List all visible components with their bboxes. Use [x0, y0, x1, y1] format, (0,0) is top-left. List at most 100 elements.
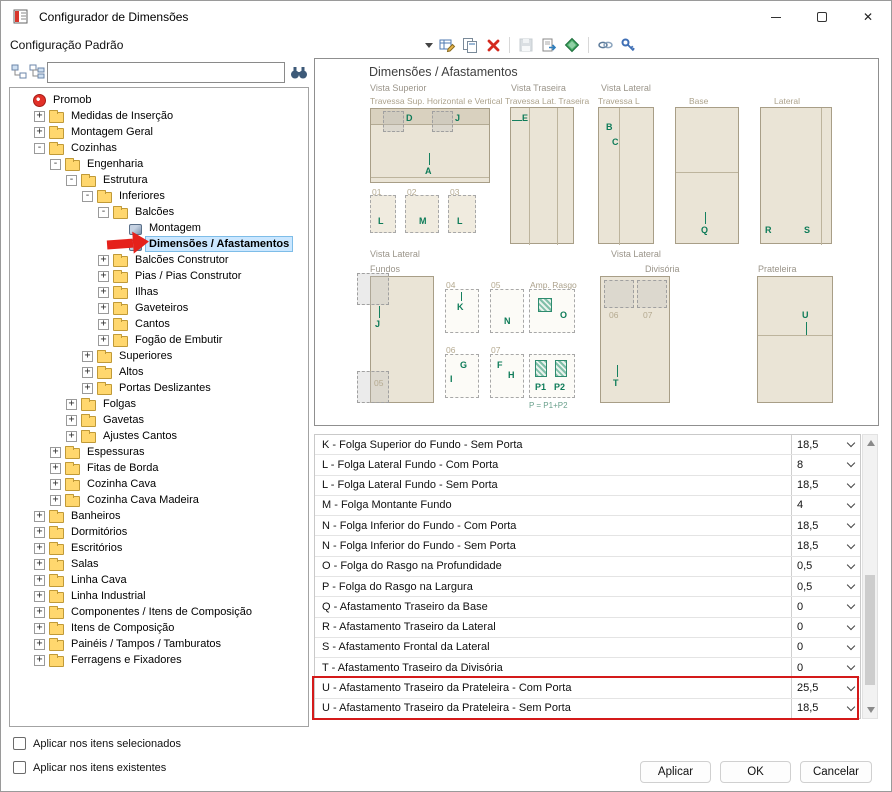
tree-item-ferragens-e-fixadores[interactable]: +Ferragens e Fixadores	[10, 652, 308, 668]
param-value-dropdown[interactable]: 18,5	[791, 516, 860, 535]
tree-item-gaveteiros[interactable]: +Gaveteiros	[10, 300, 308, 316]
expand-icon[interactable]: +	[50, 495, 61, 506]
param-value-dropdown[interactable]: 0	[791, 658, 860, 677]
tree-item-pias-pias-construtor[interactable]: +Pias / Pias Construtor	[10, 268, 308, 284]
apply-selected-checkbox-row[interactable]: Aplicar nos itens selecionados	[13, 737, 181, 750]
edit-config-icon[interactable]	[437, 35, 457, 55]
param-value-dropdown[interactable]: 0	[791, 638, 860, 657]
parameter-scrollbar[interactable]	[862, 434, 878, 719]
expand-icon[interactable]: +	[34, 655, 45, 666]
tree-search-input[interactable]	[47, 62, 285, 83]
expand-icon[interactable]: +	[34, 623, 45, 634]
param-value-dropdown[interactable]: 18,5	[791, 536, 860, 555]
expand-icon[interactable]: +	[34, 111, 45, 122]
expand-icon[interactable]: +	[82, 367, 93, 378]
ok-button[interactable]: OK	[720, 761, 791, 783]
tree-item-escritorios[interactable]: +Escritórios	[10, 540, 308, 556]
tree-item-banheiros[interactable]: +Banheiros	[10, 508, 308, 524]
copy-config-icon[interactable]	[460, 35, 480, 55]
scrollbar-thumb[interactable]	[865, 575, 875, 685]
tree-item-balcoes[interactable]: -Balcões	[10, 204, 308, 220]
tree-item-montagem-geral[interactable]: +Montagem Geral	[10, 124, 308, 140]
save-icon[interactable]	[516, 35, 536, 55]
expand-icon[interactable]: +	[50, 463, 61, 474]
tree-item-inferiores[interactable]: -Inferiores	[10, 188, 308, 204]
tree-item-ajustes-cantos[interactable]: +Ajustes Cantos	[10, 428, 308, 444]
expand-icon[interactable]: +	[34, 591, 45, 602]
tree-item-linha-cava[interactable]: +Linha Cava	[10, 572, 308, 588]
tree-item-folgas[interactable]: +Folgas	[10, 396, 308, 412]
tree-item-gavetas[interactable]: +Gavetas	[10, 412, 308, 428]
tree-item-fitas-de-borda[interactable]: +Fitas de Borda	[10, 460, 308, 476]
tree-item-promob[interactable]: Promob	[10, 92, 308, 108]
tree-item-ilhas[interactable]: +Ilhas	[10, 284, 308, 300]
tree-item-balcoes-construtor[interactable]: +Balcões Construtor	[10, 252, 308, 268]
expand-icon[interactable]: +	[34, 543, 45, 554]
tree-item-dimensoes-afastamentos[interactable]: Dimensões / Afastamentos	[10, 236, 308, 252]
param-value-dropdown[interactable]: 0,5	[791, 557, 860, 576]
tree-item-altos[interactable]: +Altos	[10, 364, 308, 380]
expand-icon[interactable]: +	[34, 511, 45, 522]
tree-item-portas-deslizantes[interactable]: +Portas Deslizantes	[10, 380, 308, 396]
tree-item-cozinhas[interactable]: -Cozinhas	[10, 140, 308, 156]
expand-icon[interactable]: +	[82, 351, 93, 362]
param-value-dropdown[interactable]: 18,5	[791, 699, 860, 718]
param-value-dropdown[interactable]: 0,5	[791, 577, 860, 596]
tree-item-itens-de-composicao[interactable]: +Itens de Composição	[10, 620, 308, 636]
collapse-icon[interactable]: -	[50, 159, 61, 170]
export-config-icon[interactable]	[539, 35, 559, 55]
apply-button[interactable]: Aplicar	[640, 761, 711, 783]
expand-tree-icon[interactable]	[11, 64, 27, 80]
cancel-button[interactable]: Cancelar	[800, 761, 872, 783]
param-value-dropdown[interactable]: 18,5	[791, 435, 860, 454]
minimize-button[interactable]	[753, 1, 799, 33]
collapse-icon[interactable]: -	[66, 175, 77, 186]
scroll-up-icon[interactable]	[867, 440, 875, 446]
tree-item-fogao-de-embutir[interactable]: +Fogão de Embutir	[10, 332, 308, 348]
tree-item-estrutura[interactable]: -Estrutura	[10, 172, 308, 188]
expand-icon[interactable]: +	[34, 607, 45, 618]
expand-icon[interactable]: +	[66, 431, 77, 442]
close-button[interactable]: ✕	[845, 1, 891, 33]
param-value-dropdown[interactable]: 18,5	[791, 476, 860, 495]
binoculars-search-icon[interactable]	[290, 64, 308, 85]
param-value-dropdown[interactable]: 25,5	[791, 678, 860, 697]
apply-existing-checkbox[interactable]	[13, 761, 26, 774]
expand-icon[interactable]: +	[98, 335, 109, 346]
tree-item-linha-industrial[interactable]: +Linha Industrial	[10, 588, 308, 604]
tree-item-dormitorios[interactable]: +Dormitórios	[10, 524, 308, 540]
tree-item-cozinha-cava[interactable]: +Cozinha Cava	[10, 476, 308, 492]
expand-icon[interactable]: +	[34, 639, 45, 650]
expand-icon[interactable]: +	[34, 559, 45, 570]
param-value-dropdown[interactable]: 4	[791, 496, 860, 515]
maximize-button[interactable]	[799, 1, 845, 33]
expand-icon[interactable]: +	[66, 399, 77, 410]
tree-item-engenharia[interactable]: -Engenharia	[10, 156, 308, 172]
delete-config-icon[interactable]	[483, 35, 503, 55]
apply-existing-checkbox-row[interactable]: Aplicar nos itens existentes	[13, 761, 166, 774]
expand-icon[interactable]: +	[34, 575, 45, 586]
apply-config-icon[interactable]	[562, 35, 582, 55]
collapse-icon[interactable]: -	[82, 191, 93, 202]
tools-icon[interactable]	[618, 35, 638, 55]
expand-icon[interactable]: +	[98, 287, 109, 298]
apply-selected-checkbox[interactable]	[13, 737, 26, 750]
collapse-icon[interactable]: -	[34, 143, 45, 154]
collapse-icon[interactable]: -	[98, 207, 109, 218]
tree-item-cozinha-cava-madeira[interactable]: +Cozinha Cava Madeira	[10, 492, 308, 508]
param-value-dropdown[interactable]: 0	[791, 597, 860, 616]
collapse-tree-icon[interactable]	[29, 64, 45, 80]
param-value-dropdown[interactable]: 0	[791, 618, 860, 637]
tree-item-paineis-tampos-tamburatos[interactable]: +Painéis / Tampos / Tamburatos	[10, 636, 308, 652]
tree-item-superiores[interactable]: +Superiores	[10, 348, 308, 364]
tree-item-montagem[interactable]: Montagem	[10, 220, 308, 236]
expand-icon[interactable]: +	[50, 447, 61, 458]
expand-icon[interactable]: +	[34, 527, 45, 538]
expand-icon[interactable]: +	[50, 479, 61, 490]
expand-icon[interactable]: +	[98, 271, 109, 282]
link-config-icon[interactable]	[595, 35, 615, 55]
expand-icon[interactable]: +	[82, 383, 93, 394]
expand-icon[interactable]: +	[98, 319, 109, 330]
tree-item-cantos[interactable]: +Cantos	[10, 316, 308, 332]
tree-item-espessuras[interactable]: +Espessuras	[10, 444, 308, 460]
